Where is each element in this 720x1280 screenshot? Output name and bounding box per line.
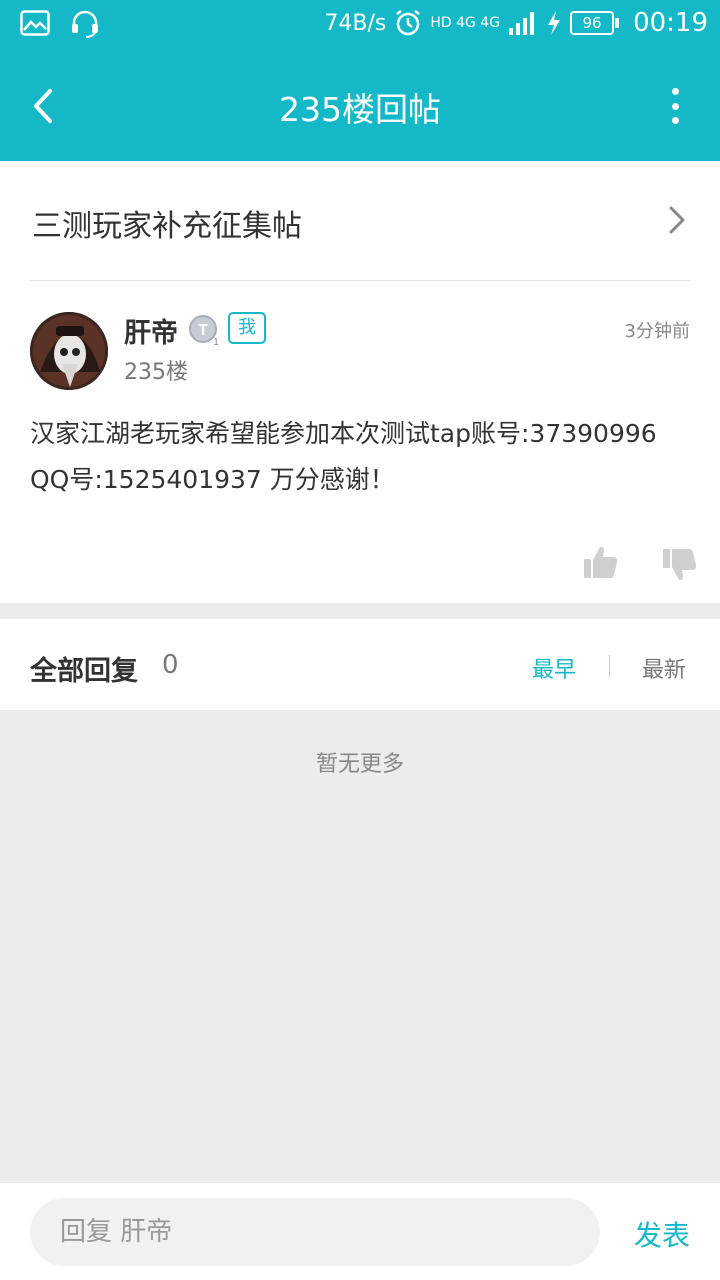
thumbs-up-icon [584,546,618,578]
headset-icon [72,10,98,38]
sort-newest-button[interactable]: 最新 [642,652,686,684]
level-badge-icon: T 1 [189,315,219,346]
more-options-button[interactable] [660,84,690,128]
network-label: HD 4G 4G [430,15,501,31]
replies-header: 全部回复 0 最早 最新 [0,619,720,710]
charging-icon [548,11,561,35]
post-card: 三测玩家补充征集帖 肝帝 T 1 我 235楼 3分钟前 汉家江湖老玩家希望能参… [0,161,720,603]
avatar[interactable] [30,312,108,390]
page-title: 235楼回帖 [279,90,441,129]
sort-earliest-button[interactable]: 最早 [532,652,576,684]
status-right: 74B/s HD 4G 4G 96 00:19 [324,8,708,38]
battery-level: 96 [570,11,615,35]
send-button[interactable]: 发表 [634,1214,690,1254]
avatar-image [30,312,108,390]
post-content: 汉家江湖老玩家希望能参加本次测试tap账号:37390996 QQ号:15254… [30,419,657,494]
gallery-icon [20,10,50,36]
net-speed: 74B/s [324,10,387,36]
top-bar: 74B/s HD 4G 4G 96 00:19 235楼回帖 [0,0,720,161]
chevron-right-icon [669,206,685,234]
level-badge-number: 1 [213,337,219,346]
sort-divider [609,655,610,677]
title-bar: 235楼回帖 [0,50,720,161]
level-badge-letter: T [198,322,208,339]
me-tag: 我 [228,312,266,344]
battery-icon: 96 [570,11,620,35]
thumbs-down-icon [663,549,697,581]
reply-input[interactable] [30,1198,600,1266]
post-time: 3分钟前 [624,321,690,342]
clock: 00:19 [633,8,708,38]
thread-title: 三测玩家补充征集帖 [32,209,302,244]
app-root: 74B/s HD 4G 4G 96 00:19 235楼回帖 三测玩家补充征集帖… [0,0,720,1280]
no-more-text: 暂无更多 [315,752,404,777]
replies-list: 暂无更多 [0,710,720,1182]
status-left-icons [20,10,100,38]
status-bar: 74B/s HD 4G 4G 96 00:19 [0,0,720,50]
replies-title: 全部回复 [30,656,138,687]
signal-icon [509,12,535,35]
thread-link[interactable]: 三测玩家补充征集帖 [30,161,690,281]
reply-bar: 发表 [0,1182,720,1280]
like-button[interactable] [583,544,619,580]
floor-number: 235楼 [124,360,188,385]
dislike-button[interactable] [662,547,698,583]
alarm-icon [396,10,421,36]
replies-count: 0 [162,650,179,680]
username[interactable]: 肝帝 [124,311,178,350]
